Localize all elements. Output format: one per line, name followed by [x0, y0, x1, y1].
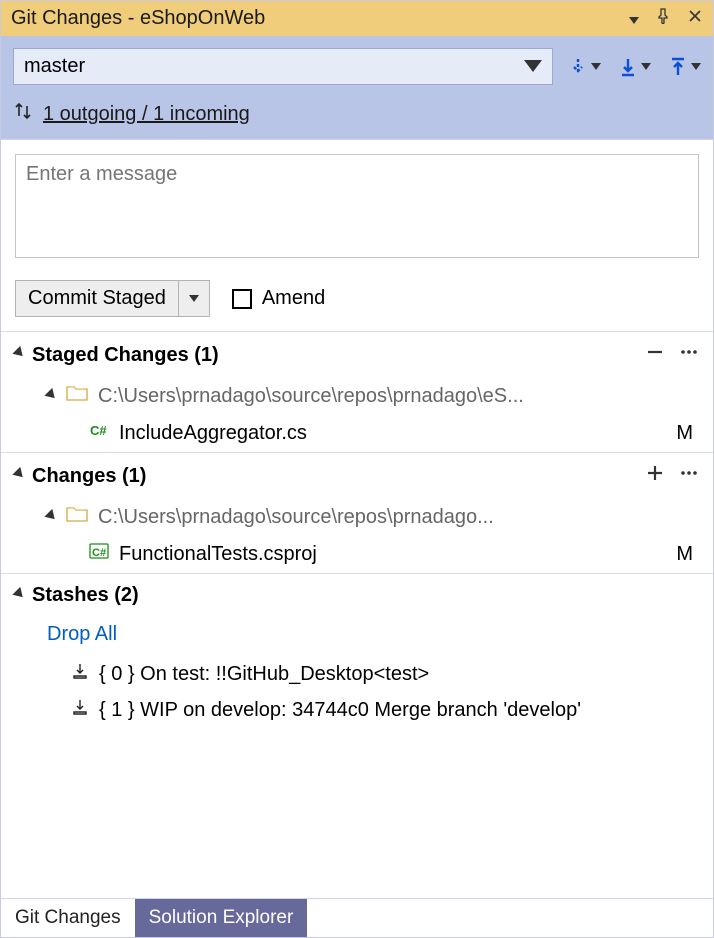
stash-icon [71, 698, 89, 722]
commit-staged-button[interactable]: Commit Staged [16, 281, 179, 316]
changes-file-row[interactable]: C# FunctionalTests.csproj M [1, 535, 713, 573]
staged-folder-path: C:\Users\prnadago\source\repos\prnadago\… [98, 385, 524, 408]
stashes-header[interactable]: Stashes (2) [1, 574, 713, 617]
staged-changes-section: Staged Changes (1) C:\Users\prnadago\sou… [1, 331, 713, 452]
stash-item[interactable]: { 1 } WIP on develop: 34744c0 Merge bran… [1, 692, 713, 728]
titlebar: Git Changes - eShopOnWeb [1, 1, 713, 36]
sync-link[interactable]: 1 outgoing / 1 incoming [43, 103, 250, 126]
stashes-title: Stashes (2) [32, 584, 699, 607]
branch-row: master [1, 36, 713, 95]
tab-git-changes[interactable]: Git Changes [1, 899, 135, 937]
sync-icon [13, 101, 33, 127]
branch-name: master [24, 55, 85, 78]
amend-checkbox-group[interactable]: Amend [232, 287, 325, 310]
stashes-section: Stashes (2) Drop All { 0 } On test: !!Gi… [1, 573, 713, 728]
stash-label: { 0 } On test: !!GitHub_Desktop<test> [99, 663, 429, 686]
stash-item[interactable]: { 0 } On test: !!GitHub_Desktop<test> [1, 656, 713, 692]
changes-folder-path: C:\Users\prnadago\source\repos\prnadago.… [98, 506, 494, 529]
window-menu-icon[interactable] [629, 8, 639, 30]
chevron-down-icon [641, 63, 651, 70]
svg-text:C#: C# [92, 547, 106, 559]
staged-file-name: IncludeAggregator.cs [119, 422, 307, 445]
bottom-tabs: Git Changes Solution Explorer [1, 898, 713, 937]
amend-label: Amend [262, 287, 325, 310]
changes-section: Changes (1) C:\Users\prnadago\source\rep… [1, 452, 713, 573]
checkbox-icon [232, 289, 252, 309]
file-status: M [676, 422, 693, 445]
push-button[interactable] [667, 56, 701, 78]
message-area [1, 140, 713, 272]
collapse-icon [15, 465, 24, 487]
collapse-icon [15, 344, 24, 366]
staged-changes-title: Staged Changes (1) [32, 344, 637, 367]
staged-folder-row[interactable]: C:\Users\prnadago\source\repos\prnadago\… [1, 378, 713, 414]
collapse-icon [15, 585, 24, 607]
chevron-down-icon [189, 295, 199, 302]
changes-header[interactable]: Changes (1) [1, 453, 713, 499]
commit-button-group: Commit Staged [15, 280, 210, 317]
svg-text:C#: C# [90, 423, 107, 438]
csharp-file-icon: C# [89, 420, 109, 446]
stash-icon [71, 662, 89, 686]
fetch-button[interactable] [567, 56, 601, 78]
sync-row: 1 outgoing / 1 incoming [1, 95, 713, 140]
folder-icon [66, 505, 88, 529]
titlebar-controls [629, 8, 703, 30]
pin-icon[interactable] [655, 8, 671, 30]
stage-all-icon[interactable] [645, 463, 665, 489]
unstage-all-icon[interactable] [645, 342, 665, 368]
collapse-icon [47, 506, 56, 529]
close-icon[interactable] [687, 8, 703, 30]
tab-solution-explorer[interactable]: Solution Explorer [135, 899, 308, 937]
changes-folder-row[interactable]: C:\Users\prnadago\source\repos\prnadago.… [1, 499, 713, 535]
more-icon[interactable] [679, 463, 699, 489]
collapse-icon [47, 385, 56, 408]
chevron-down-icon [591, 63, 601, 70]
folder-icon [66, 384, 88, 408]
commit-dropdown[interactable] [179, 281, 209, 316]
changes-file-name: FunctionalTests.csproj [119, 543, 317, 566]
window-title: Git Changes - eShopOnWeb [11, 7, 621, 30]
chevron-down-icon [691, 63, 701, 70]
drop-all-link[interactable]: Drop All [1, 617, 713, 656]
git-actions [567, 56, 701, 78]
more-icon[interactable] [679, 342, 699, 368]
staged-file-row[interactable]: C# IncludeAggregator.cs M [1, 414, 713, 452]
csproj-file-icon: C# [89, 541, 109, 567]
chevron-down-icon [524, 55, 542, 78]
changes-title: Changes (1) [32, 465, 637, 488]
stash-label: { 1 } WIP on develop: 34744c0 Merge bran… [99, 699, 581, 722]
commit-message-input[interactable] [15, 154, 699, 258]
branch-selector[interactable]: master [13, 48, 553, 85]
staged-changes-header[interactable]: Staged Changes (1) [1, 332, 713, 378]
file-status: M [676, 543, 693, 566]
pull-button[interactable] [617, 56, 651, 78]
commit-row: Commit Staged Amend [1, 272, 713, 331]
